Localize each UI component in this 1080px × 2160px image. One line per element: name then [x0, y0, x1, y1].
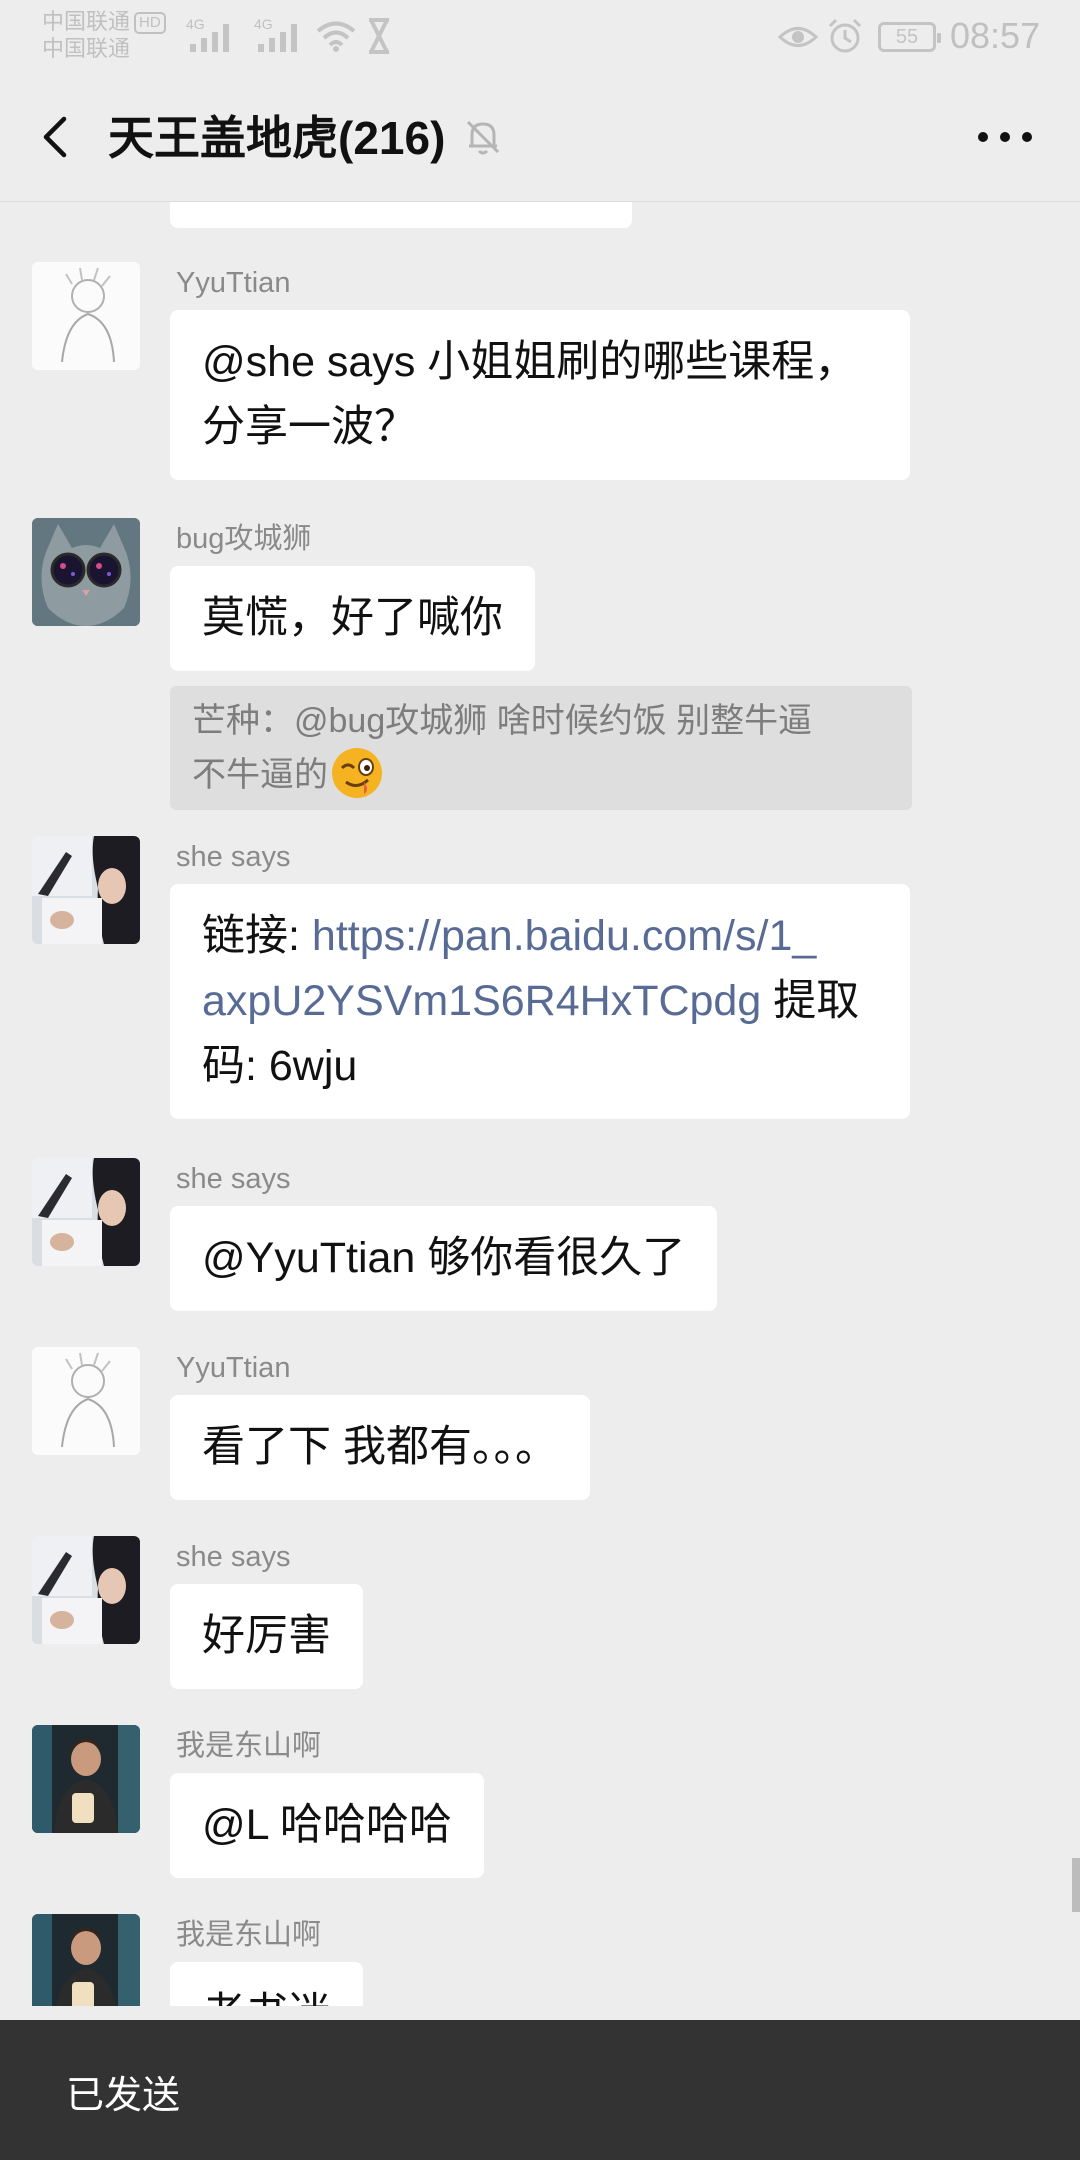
carrier-name-1: 中国联通	[42, 9, 131, 34]
message-line: 链接: https://pan.baidu.com/s/1_	[202, 904, 878, 969]
message-line: @she says 小姐姐刷的哪些课程，	[202, 338, 858, 386]
sender-name: she says	[176, 1163, 291, 1195]
sender-name: 我是东山啊	[176, 1730, 322, 1762]
signal-1-icon: 4G	[186, 16, 229, 52]
sender-name: 我是东山啊	[176, 1919, 322, 1951]
quote-line: 不牛逼的	[192, 746, 890, 800]
previous-message-bubble[interactable]	[170, 202, 632, 228]
avatar[interactable]	[32, 1158, 140, 1266]
status-bar: 中国联通 HD 中国联通 4G 4G 55 08:57	[0, 0, 1080, 72]
carrier-info: 中国联通 HD 中国联通	[42, 8, 166, 62]
avatar[interactable]	[32, 836, 140, 944]
toast-gap	[0, 2006, 1080, 2020]
sender-name: she says	[176, 841, 291, 873]
network-type-2: 4G	[254, 16, 273, 32]
share-link-continued[interactable]: axpU2YSVm1S6R4HxTCpdg	[202, 977, 761, 1025]
message-bubble[interactable]: @L 哈哈哈哈	[170, 1773, 484, 1878]
sent-toast: 已发送	[0, 2006, 1080, 2160]
mute-bell-icon	[466, 120, 500, 155]
message-bubble[interactable]: @she says 小姐姐刷的哪些课程， 分享一波？	[170, 310, 910, 480]
chat-header: 天王盖地虎(216)	[0, 72, 1080, 202]
message-bubble[interactable]: 莫慌，好了喊你	[170, 566, 535, 671]
message-list[interactable]: YyuTtian @she says 小姐姐刷的哪些课程， 分享一波？ bug攻…	[0, 202, 1080, 2006]
signal-2-icon: 4G	[254, 16, 297, 52]
carrier-name-2: 中国联通	[42, 36, 131, 61]
sender-name: YyuTtian	[176, 267, 291, 299]
link-label: 链接:	[202, 912, 312, 960]
quote-line: 芒种：@bug攻城狮 啥时候约饭 别整牛逼	[192, 702, 813, 740]
scrollbar-thumb[interactable]	[1072, 1858, 1080, 1912]
network-type-1: 4G	[186, 16, 205, 32]
message-line: axpU2YSVm1S6R4HxTCpdg 提取	[202, 969, 878, 1034]
alarm-icon	[828, 18, 862, 53]
avatar[interactable]	[32, 518, 140, 626]
sender-name: she says	[176, 1541, 291, 1573]
battery-indicator: 55	[878, 22, 941, 52]
chat-title: 天王盖地虎(216)	[108, 112, 446, 164]
sender-name: YyuTtian	[176, 1352, 291, 1384]
message-bubble[interactable]: 链接: https://pan.baidu.com/s/1_ axpU2YSVm…	[170, 884, 910, 1119]
message-line: 码: 6wju	[202, 1042, 358, 1090]
sent-label: 已发送	[66, 2075, 181, 2117]
more-options-icon[interactable]	[970, 107, 1040, 167]
sender-name: bug攻城狮	[176, 523, 312, 555]
message-bubble[interactable]: 老书迷	[170, 1962, 363, 2006]
avatar[interactable]	[32, 262, 140, 370]
avatar[interactable]	[32, 1725, 140, 1833]
message-line: 分享一波？	[202, 403, 417, 451]
avatar[interactable]	[32, 1914, 140, 2006]
hd-badge: HD	[134, 12, 166, 34]
wifi-icon	[316, 21, 356, 52]
avatar[interactable]	[32, 1536, 140, 1644]
extract-code-label: 提取	[761, 977, 860, 1025]
back-icon[interactable]	[26, 105, 90, 169]
clock: 08:57	[950, 15, 1041, 56]
avatar[interactable]	[32, 1347, 140, 1455]
share-link[interactable]: https://pan.baidu.com/s/1_	[312, 912, 816, 960]
message-bubble[interactable]: 好厉害	[170, 1584, 363, 1689]
message-bubble[interactable]: @YyuTtian 够你看很久了	[170, 1206, 718, 1311]
quote-line-text: 不牛逼的	[192, 756, 328, 794]
quoted-message[interactable]: 芒种：@bug攻城狮 啥时候约饭 别整牛逼 不牛逼的	[170, 686, 912, 810]
message-bubble[interactable]: 看了下 我都有。。。	[170, 1395, 590, 1500]
wink-emoji-icon	[332, 748, 382, 798]
eye-comfort-icon	[778, 27, 818, 47]
hourglass-icon	[369, 18, 389, 54]
